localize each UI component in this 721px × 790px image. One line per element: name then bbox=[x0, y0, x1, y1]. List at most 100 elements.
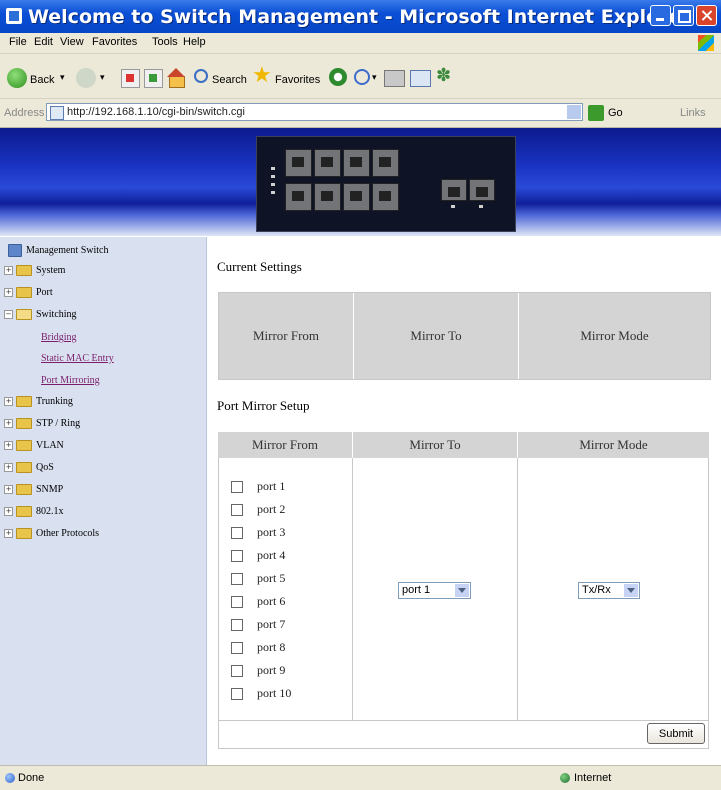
chevron-down-icon[interactable] bbox=[455, 584, 469, 597]
current-header-mirror-from: Mirror From bbox=[252, 328, 320, 343]
sidebar-item-label: Port bbox=[36, 287, 53, 298]
port-option[interactable]: port 4 bbox=[231, 548, 285, 563]
expand-icon[interactable]: + bbox=[4, 266, 13, 276]
sidebar-item-port[interactable]: + Port bbox=[4, 287, 53, 299]
sidebar-link-static-mac-entry[interactable]: Static MAC Entry bbox=[41, 353, 114, 364]
port-checkbox[interactable] bbox=[231, 619, 243, 632]
port-label: port 4 bbox=[257, 548, 286, 562]
port-checkbox[interactable] bbox=[231, 573, 243, 586]
stop-icon[interactable] bbox=[121, 69, 140, 88]
expand-icon[interactable]: + bbox=[4, 441, 13, 451]
mail-icon[interactable] bbox=[354, 69, 370, 85]
mirror-mode-value: Tx/Rx bbox=[582, 584, 611, 596]
sidebar-link-port-mirroring[interactable]: Port Mirroring bbox=[41, 375, 100, 386]
sidebar-item-802-1x[interactable]: +802.1x bbox=[4, 506, 64, 518]
setup-header-mirror-from: Mirror From bbox=[251, 437, 319, 452]
ie-icon bbox=[6, 8, 22, 24]
menu-tools[interactable]: Tools bbox=[152, 36, 178, 48]
port-option[interactable]: port 10 bbox=[231, 686, 291, 701]
address-url[interactable]: http://192.168.1.10/cgi-bin/switch.cgi bbox=[67, 106, 245, 118]
setup-header-row: Mirror From Mirror To Mirror Mode bbox=[218, 432, 709, 458]
page-icon bbox=[50, 106, 64, 120]
home-icon[interactable] bbox=[167, 68, 185, 88]
address-bar: Address http://192.168.1.10/cgi-bin/swit… bbox=[0, 99, 721, 128]
menu-file[interactable]: File bbox=[9, 36, 27, 48]
menu-favorites[interactable]: Favorites bbox=[92, 36, 137, 48]
expand-icon[interactable]: + bbox=[4, 397, 13, 407]
port-option[interactable]: port 1 bbox=[231, 479, 285, 494]
forward-dropdown-icon[interactable]: ▾ bbox=[100, 72, 105, 83]
favorites-label[interactable]: Favorites bbox=[275, 74, 320, 86]
folder-icon bbox=[16, 396, 32, 408]
chevron-down-icon[interactable] bbox=[624, 584, 638, 597]
current-settings-table: Mirror From Mirror To Mirror Mode bbox=[218, 292, 711, 380]
sidebar-item-vlan[interactable]: + VLAN bbox=[4, 440, 64, 452]
messenger-icon[interactable]: ✽ bbox=[436, 64, 451, 86]
back-dropdown-icon[interactable]: ▾ bbox=[60, 72, 65, 83]
folder-icon bbox=[16, 287, 32, 299]
go-arrow-icon[interactable] bbox=[588, 105, 604, 121]
current-header-mirror-mode: Mirror Mode bbox=[580, 328, 649, 343]
port-checkbox[interactable] bbox=[231, 665, 243, 678]
menu-help[interactable]: Help bbox=[183, 36, 206, 48]
port-checkbox[interactable] bbox=[231, 550, 243, 563]
sidebar-item-other-protocols[interactable]: + Other Protocols bbox=[4, 528, 99, 540]
port-checkbox[interactable] bbox=[231, 642, 243, 655]
search-label[interactable]: Search bbox=[212, 74, 247, 86]
port-option[interactable]: port 7 bbox=[231, 617, 285, 632]
expand-icon[interactable]: + bbox=[4, 485, 13, 495]
address-input[interactable]: http://192.168.1.10/cgi-bin/switch.cgi bbox=[46, 103, 583, 121]
expand-icon[interactable]: + bbox=[4, 288, 13, 298]
sidebar-root[interactable]: Management Switch bbox=[8, 244, 108, 257]
minimize-button[interactable] bbox=[650, 5, 671, 26]
windows-logo-icon bbox=[698, 35, 714, 51]
current-header-mirror-to: Mirror To bbox=[410, 328, 462, 343]
port-checkbox[interactable] bbox=[231, 504, 243, 517]
port-option[interactable]: port 8 bbox=[231, 640, 285, 655]
mirror-mode-select[interactable]: Tx/Rx bbox=[578, 582, 640, 599]
address-dropdown-icon[interactable] bbox=[567, 105, 581, 119]
sidebar-item-switching[interactable]: − Switching bbox=[4, 309, 77, 321]
search-icon[interactable] bbox=[194, 69, 208, 83]
sidebar-link-bridging[interactable]: Bridging bbox=[41, 332, 77, 343]
history-icon[interactable] bbox=[329, 68, 347, 86]
sidebar-item-label: System bbox=[36, 265, 66, 276]
sidebar-item-trunking[interactable]: + Trunking bbox=[4, 396, 73, 408]
favorites-star-icon[interactable]: ★ bbox=[252, 64, 272, 86]
close-button[interactable] bbox=[696, 5, 717, 26]
back-label[interactable]: Back bbox=[30, 74, 54, 86]
sidebar-item-snmp[interactable]: + SNMP bbox=[4, 484, 63, 496]
port-option[interactable]: port 6 bbox=[231, 594, 285, 609]
print-icon[interactable] bbox=[384, 70, 405, 87]
sidebar-item-stp-ring[interactable]: + STP / Ring bbox=[4, 418, 80, 430]
port-option[interactable]: port 3 bbox=[231, 525, 285, 540]
mail-dropdown-icon[interactable]: ▾ bbox=[372, 72, 377, 83]
sidebar-item-qos[interactable]: + QoS bbox=[4, 462, 54, 474]
collapse-icon[interactable]: − bbox=[4, 310, 13, 320]
expand-icon[interactable]: + bbox=[4, 529, 13, 539]
links-button[interactable]: Links bbox=[680, 107, 706, 119]
menu-edit[interactable]: Edit bbox=[34, 36, 53, 48]
port-checkbox[interactable] bbox=[231, 527, 243, 540]
edit-icon[interactable] bbox=[410, 70, 431, 87]
submit-button[interactable]: Submit bbox=[647, 723, 705, 744]
refresh-icon[interactable] bbox=[144, 69, 163, 88]
expand-icon[interactable]: + bbox=[4, 463, 13, 473]
port-checkbox[interactable] bbox=[231, 596, 243, 609]
port-option[interactable]: port 9 bbox=[231, 663, 285, 678]
port-label: port 1 bbox=[257, 479, 286, 493]
mirror-to-select[interactable]: port 1 bbox=[398, 582, 471, 599]
menu-view[interactable]: View bbox=[60, 36, 84, 48]
port-option[interactable]: port 2 bbox=[231, 502, 285, 517]
port-checkbox[interactable] bbox=[231, 688, 243, 701]
go-button[interactable]: Go bbox=[608, 107, 623, 119]
forward-icon[interactable] bbox=[76, 68, 96, 88]
port-checkbox[interactable] bbox=[231, 481, 243, 494]
port-option[interactable]: port 5 bbox=[231, 571, 285, 586]
sidebar-item-system[interactable]: + System bbox=[4, 265, 66, 277]
expand-icon[interactable]: + bbox=[4, 507, 13, 517]
maximize-button[interactable] bbox=[673, 5, 694, 26]
back-icon[interactable] bbox=[7, 68, 27, 88]
computer-icon bbox=[8, 244, 22, 257]
expand-icon[interactable]: + bbox=[4, 419, 13, 429]
